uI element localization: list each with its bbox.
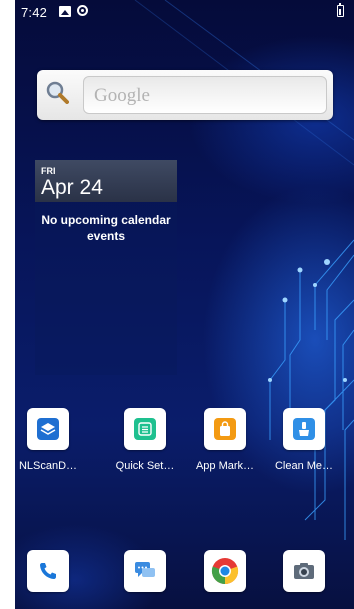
search-input[interactable]: Google	[83, 76, 327, 114]
dock-messages[interactable]	[105, 550, 185, 592]
calendar-weekday: FRI	[41, 166, 56, 176]
quick-settings-icon[interactable]	[124, 408, 166, 450]
app-label: App Mark…	[195, 460, 255, 472]
dock-camera[interactable]	[264, 550, 344, 592]
calendar-widget[interactable]: FRI Apr 24 No upcoming calendar events	[35, 160, 177, 375]
camera-icon[interactable]	[283, 550, 325, 592]
app-market[interactable]: App Mark…	[185, 408, 265, 472]
app-clean-memory[interactable]: Clean Me…	[264, 408, 344, 472]
search-icon[interactable]	[45, 80, 69, 104]
app-label: NLScanD…	[18, 460, 78, 472]
calendar-header: FRI Apr 24	[35, 160, 177, 202]
app-label: Quick Set…	[115, 460, 175, 472]
nlscan-icon[interactable]	[27, 408, 69, 450]
google-search-widget[interactable]: Google	[37, 70, 333, 120]
phone-icon[interactable]	[27, 550, 69, 592]
dock-chrome[interactable]	[185, 550, 265, 592]
clean-memory-icon[interactable]	[283, 408, 325, 450]
app-quick-settings[interactable]: Quick Set…	[105, 408, 185, 472]
chrome-icon[interactable]	[204, 550, 246, 592]
home-screen: 7:42 Google FRI Apr 24 No upcoming calen…	[15, 0, 354, 609]
app-label: Clean Me…	[274, 460, 334, 472]
search-placeholder: Google	[94, 85, 150, 106]
calendar-date: Apr 24	[41, 176, 103, 199]
app-market-icon[interactable]	[204, 408, 246, 450]
messages-icon[interactable]	[124, 550, 166, 592]
dock-phone[interactable]	[15, 550, 88, 592]
calendar-empty-message: No upcoming calendar events	[41, 213, 171, 243]
app-nlscan[interactable]: NLScanD…	[15, 408, 88, 472]
